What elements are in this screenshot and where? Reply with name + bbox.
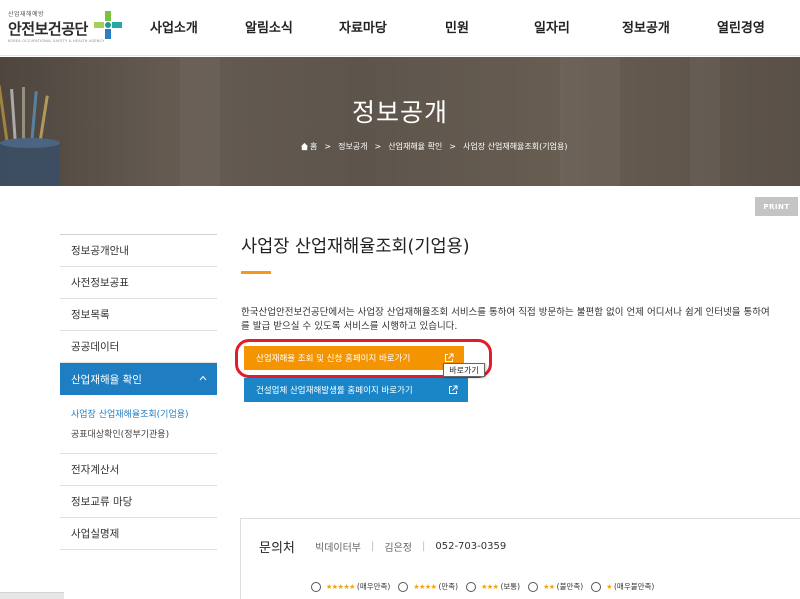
external-link-icon — [449, 385, 458, 394]
rating-option-neutral[interactable]: ★★★ (보통) — [466, 581, 520, 592]
chevron-right-icon: > — [449, 141, 456, 151]
nav-civil[interactable]: 민원 — [445, 17, 469, 36]
home-icon[interactable] — [300, 142, 309, 151]
link-tooltip: 바로가기 — [443, 363, 485, 377]
button-label: 건설업체 산업재해발생률 홈페이지 바로가기 — [256, 386, 413, 396]
contact-phone: 052-703-0359 — [435, 541, 507, 552]
construction-accident-site-button[interactable]: 건설업체 산업재해발생률 홈페이지 바로가기 — [244, 378, 468, 402]
star-icon: ★★ — [543, 582, 555, 591]
radio-button[interactable] — [311, 581, 321, 592]
breadcrumb-level1[interactable]: 정보공개 — [338, 141, 367, 152]
contact-box: 문의처 빅데이터부 | 김은정 | 052-703-0359 ★★★★★ (매우만… — [240, 518, 800, 599]
sidebar-item-e-invoice[interactable]: 전자계산서 — [60, 454, 217, 486]
rating-label: (매우만족) — [356, 582, 391, 591]
star-icon: ★★★★★ — [326, 582, 355, 591]
radio-button[interactable] — [466, 581, 477, 592]
print-button[interactable]: PRINT — [755, 197, 798, 216]
sidebar-item-info-exchange[interactable]: 정보교류 마당 — [60, 486, 217, 518]
page-description: 한국산업안전보건공단에서는 사업장 산업재해율조회 서비스를 통하여 직접 방문… — [241, 306, 800, 334]
breadcrumb-current: 사업장 산업재해율조회(기업용) — [463, 141, 568, 151]
logo-cross-icon — [94, 11, 122, 39]
rating-option-satisfied[interactable]: ★★★★ (만족) — [398, 581, 458, 592]
sidebar-item-info-list[interactable]: 정보목록 — [60, 299, 217, 331]
sidebar-item-label: 정보교류 마당 — [71, 496, 133, 508]
sidebar-item-public-data[interactable]: 공공데이터 — [60, 331, 217, 363]
satisfaction-rating: ★★★★★ (매우만족) ★★★★ (만족) ★★★ (보통) ★★ (불만족) ★ (매… — [311, 581, 662, 592]
star-icon: ★ — [606, 582, 612, 591]
horizontal-scrollbar[interactable] — [0, 592, 64, 599]
sidebar-item-label: 산업재해율 확인 — [71, 373, 142, 386]
description-line: 를 발급 받으실 수 있도록 서비스를 시행하고 있습니다. — [241, 321, 458, 332]
sidebar-subitem-company-lookup[interactable]: 사업장 산업재해율조회(기업용) — [60, 403, 217, 423]
divider: | — [371, 541, 375, 552]
nav-news[interactable]: 알림소식 — [245, 17, 293, 36]
nav-business[interactable]: 사업소개 — [150, 17, 198, 36]
sidebar-item-label: 정보공개안내 — [71, 245, 129, 257]
breadcrumb-home[interactable]: 홈 — [310, 141, 317, 152]
page-banner: 정보공개 홈 > 정보공개 > 산업재해율 확인 > 사업장 산업재해율조회(기… — [0, 57, 800, 186]
site-header: 산업재해예방 안전보건공단 KOREA OCCUPATIONAL SAFETY … — [0, 0, 800, 56]
breadcrumb-level2[interactable]: 산업재해율 확인 — [388, 141, 442, 152]
star-icon: ★★★ — [481, 582, 499, 591]
rating-label: (만족) — [438, 582, 459, 591]
page-title: 사업장 산업재해율조회(기업용) — [241, 237, 470, 257]
sidebar-item-label: 전자계산서 — [71, 464, 120, 476]
sidebar-item-project-naming[interactable]: 사업실명제 — [60, 518, 217, 550]
rating-option-dissatisfied[interactable]: ★★ (불만족) — [528, 581, 583, 592]
radio-button[interactable] — [398, 581, 409, 592]
sidebar-item-prior-disclosure[interactable]: 사전정보공표 — [60, 267, 217, 299]
side-nav: 정보공개안내 사전정보공표 정보목록 공공데이터 산업재해율 확인 사업장 산업… — [60, 234, 217, 550]
sidebar-subitem-gov-check[interactable]: 공표대상확인(정부기관용) — [60, 423, 217, 443]
page-heading: 정보공개 — [351, 98, 448, 127]
sidebar-item-accident-rate[interactable]: 산업재해율 확인 — [60, 363, 217, 395]
chevron-right-icon: > — [324, 141, 332, 151]
nav-resources[interactable]: 자료마당 — [339, 17, 387, 36]
contact-person: 김은정 — [384, 543, 412, 554]
description-line: 한국산업안전보건공단에서는 사업장 산업재해율조회 서비스를 통하여 직접 방문… — [241, 307, 770, 318]
chevron-right-icon: > — [374, 141, 382, 151]
contact-label: 문의처 — [259, 541, 295, 556]
sidebar-item-label: 정보목록 — [71, 309, 110, 321]
nav-jobs[interactable]: 일자리 — [534, 17, 570, 36]
chevron-up-icon — [199, 375, 207, 381]
nav-disclosure[interactable]: 정보공개 — [622, 17, 670, 36]
accident-rate-site-button[interactable]: 산업재해율 조회 및 신청 홈페이지 바로가기 — [244, 346, 464, 370]
divider: | — [421, 541, 426, 552]
contact-info: 빅데이터부 | 김은정 | 052-703-0359 — [315, 539, 506, 554]
rating-option-very-satisfied[interactable]: ★★★★★ (매우만족) — [311, 581, 390, 592]
nav-management[interactable]: 열린경영 — [717, 17, 765, 36]
breadcrumb: 홈 > 정보공개 > 산업재해율 확인 > 사업장 산업재해율조회(기업용) — [300, 138, 567, 154]
sidebar-item-label: 사업실명제 — [71, 528, 120, 540]
radio-button[interactable] — [591, 581, 602, 592]
rating-label: (보통) — [500, 582, 521, 591]
external-link-icon — [445, 353, 454, 362]
logo-tagline: 산업재해예방 — [8, 11, 45, 18]
title-underline — [241, 271, 271, 274]
rating-label: (매우불만족) — [614, 582, 655, 591]
sidebar-item-label: 사전정보공표 — [71, 277, 129, 289]
rating-option-very-dissatisfied[interactable]: ★ (매우불만족) — [591, 581, 654, 592]
site-logo[interactable]: 산업재해예방 안전보건공단 KOREA OCCUPATIONAL SAFETY … — [8, 9, 122, 49]
radio-button[interactable] — [528, 581, 539, 592]
star-icon: ★★★★ — [413, 582, 437, 591]
sidebar-item-label: 공공데이터 — [71, 341, 120, 353]
button-label: 산업재해율 조회 및 신청 홈페이지 바로가기 — [256, 354, 411, 364]
sidebar-item-disclosure-guide[interactable]: 정보공개안내 — [60, 235, 217, 267]
logo-name: 안전보건공단 — [8, 20, 88, 38]
sidebar-submenu: 사업장 산업재해율조회(기업용) 공표대상확인(정부기관용) — [60, 395, 217, 454]
rating-label: (불만족) — [556, 582, 584, 591]
main-nav: 사업소개 알림소식 자료마당 민원 일자리 정보공개 열린경영 — [128, 0, 800, 56]
contact-department: 빅데이터부 — [315, 543, 361, 554]
logo-english-name: KOREA OCCUPATIONAL SAFETY & HEALTH AGENC… — [8, 39, 105, 43]
